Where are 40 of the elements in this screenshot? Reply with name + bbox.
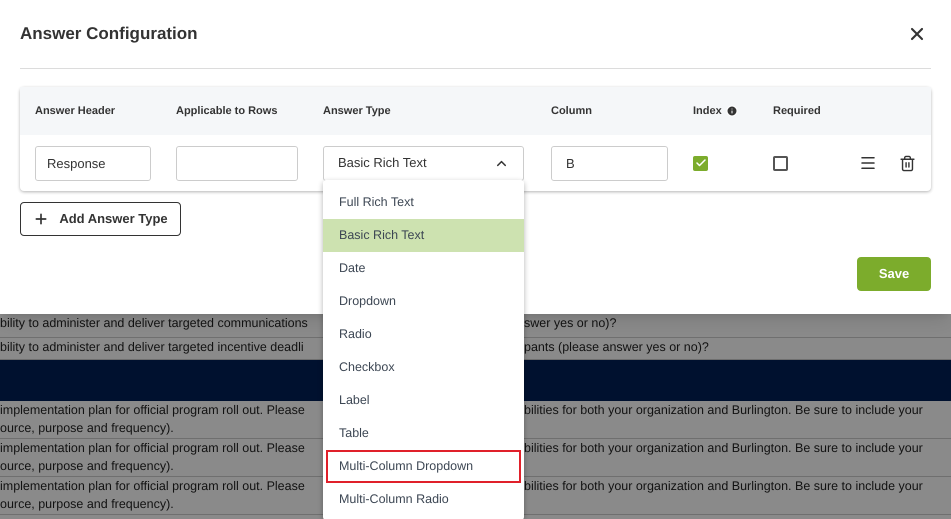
input-field[interactable]: B	[551, 146, 668, 180]
trash-icon[interactable]	[899, 154, 916, 172]
question-text: implementation plan for official program roll out. Please	[0, 440, 306, 457]
menu-icon[interactable]	[859, 154, 877, 172]
plus-icon	[33, 211, 50, 227]
column-header: Index	[693, 104, 722, 119]
checkbox[interactable]	[693, 156, 708, 170]
info-icon	[726, 105, 738, 117]
question-text: ource, purpose and frequency).	[0, 420, 175, 437]
column-header: Answer Header	[35, 104, 116, 119]
dropdown-option[interactable]: Basic Rich Text	[323, 218, 524, 252]
dropdown-option[interactable]: Multi-Column Dropdown	[326, 450, 521, 482]
question-text: ource, purpose and frequency).	[0, 458, 175, 475]
column-header: Applicable to Rows	[176, 104, 278, 119]
question-text: bility to administer and deliver targeted communications	[0, 315, 309, 332]
question-text: bilities for both your organization and Burlington. Be sure to include your	[524, 440, 923, 457]
add-answer-type-button[interactable]: Add Answer Type	[20, 202, 181, 236]
dropdown-option[interactable]: Radio	[323, 318, 524, 350]
dropdown-option[interactable]: Label	[323, 384, 524, 416]
question-text: pants (please answer yes or no)?	[524, 339, 709, 356]
question-text: bility to administer and deliver targeted incentive deadli	[0, 339, 305, 356]
checkbox[interactable]	[773, 156, 788, 170]
dropdown-option[interactable]: Full Rich Text	[323, 186, 524, 218]
question-text: swer yes or no)?	[524, 315, 616, 332]
question-text: implementation plan for official program roll out. Please	[0, 478, 306, 495]
dropdown-option[interactable]: Dropdown	[323, 284, 524, 318]
column-header: Answer Type	[323, 104, 391, 119]
question-text: ource, purpose and frequency).	[0, 496, 175, 513]
question-text: implementation plan for official program roll out. Please	[0, 402, 306, 419]
input-field[interactable]: Response	[35, 146, 151, 180]
input-field[interactable]	[176, 146, 298, 180]
column-header: Column	[551, 104, 592, 119]
dropdown-option[interactable]: Table	[323, 416, 524, 450]
dropdown-option[interactable]: Multi-Column Radio	[323, 482, 524, 516]
dialog-title: Answer Configuration	[20, 23, 198, 46]
question-text: bilities for both your organization and Burlington. Be sure to include your	[524, 402, 923, 419]
dropdown-option[interactable]: Date	[323, 252, 524, 284]
question-text: bilities for both your organization and Burlington. Be sure to include your	[524, 478, 923, 495]
dropdown-option[interactable]: Checkbox	[323, 350, 524, 384]
column-header: Required	[773, 104, 821, 119]
